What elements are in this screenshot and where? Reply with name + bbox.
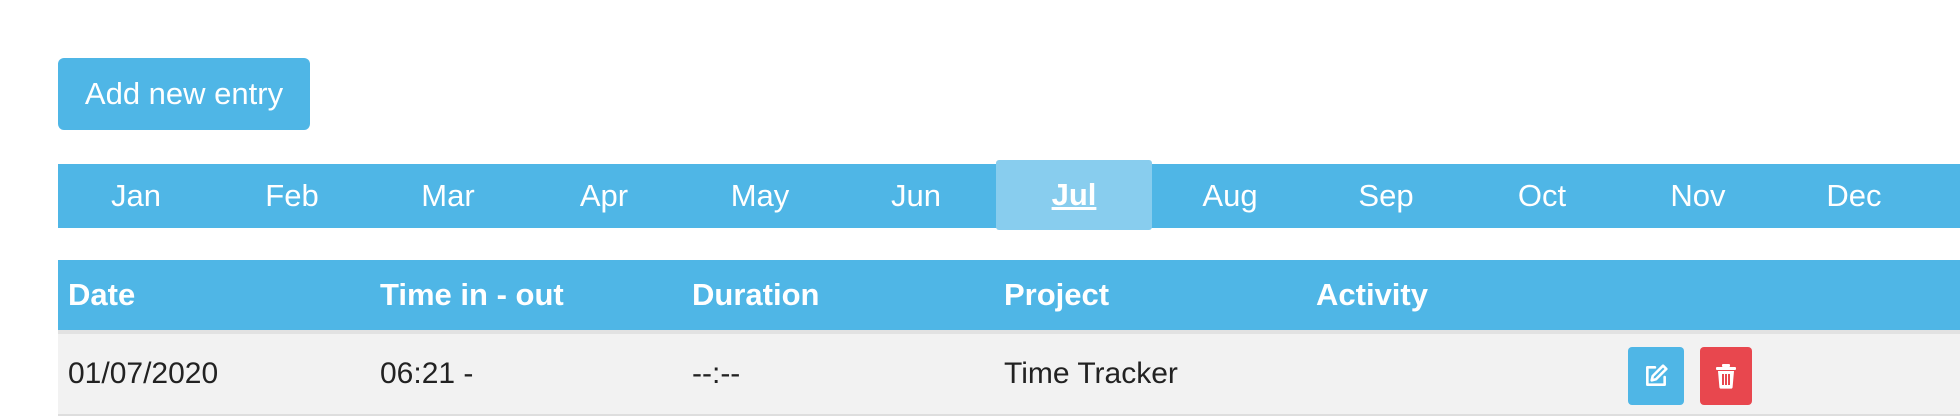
header-activity: Activity (1316, 277, 1428, 312)
tab-dec[interactable]: Dec (1776, 164, 1932, 228)
table-header: Date Time in - out Duration Project Acti… (58, 260, 1960, 330)
cell-time: 06:21 - (380, 357, 474, 390)
edit-icon (1646, 364, 1668, 386)
tab-apr[interactable]: Apr (526, 164, 682, 228)
tab-jun[interactable]: Jun (838, 164, 994, 228)
delete-button[interactable] (1700, 347, 1752, 405)
cell-date: 01/07/2020 (68, 357, 219, 390)
header-project: Project (1004, 277, 1110, 312)
edit-button[interactable] (1628, 347, 1684, 405)
month-tabs: Jan Feb Mar Apr May Jun Jul Aug Sep Oct … (58, 160, 1960, 230)
header-duration: Duration (692, 277, 820, 312)
tab-mar[interactable]: Mar (370, 164, 526, 228)
tab-jan[interactable]: Jan (58, 164, 214, 228)
header-date: Date (68, 277, 136, 312)
trash-icon (1716, 364, 1736, 389)
header-time: Time in - out (380, 277, 564, 312)
tab-feb[interactable]: Feb (214, 164, 370, 228)
tab-oct[interactable]: Oct (1464, 164, 1620, 228)
tab-sep[interactable]: Sep (1308, 164, 1464, 228)
tab-may[interactable]: May (682, 164, 838, 228)
entries-table: Date Time in - out Duration Project Acti… (58, 260, 1960, 416)
cell-project: Time Tracker (1004, 357, 1178, 390)
add-new-entry-button[interactable]: Add new entry (58, 58, 310, 130)
cell-duration: --:-- (692, 357, 741, 390)
tab-nov[interactable]: Nov (1620, 164, 1776, 228)
tab-jul[interactable]: Jul (996, 160, 1152, 230)
table-row: 01/07/2020 06:21 - --:-- Time Tracker (58, 334, 1960, 416)
tab-aug[interactable]: Aug (1152, 164, 1308, 228)
